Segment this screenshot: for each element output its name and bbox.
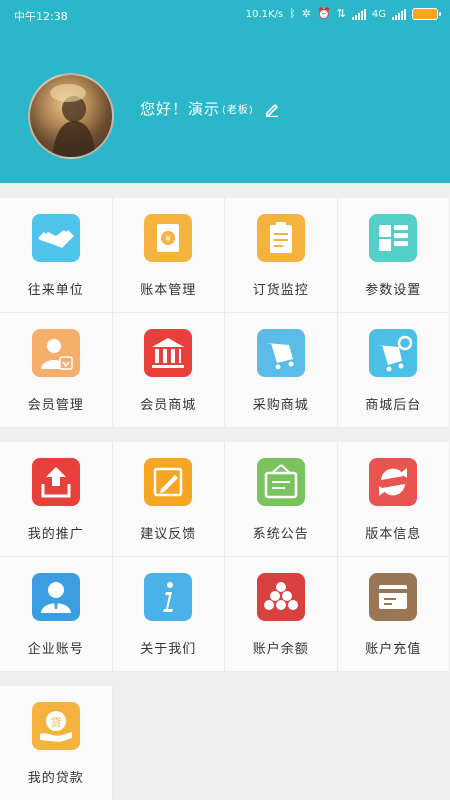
network-speed: 10.1K/s — [245, 8, 284, 20]
cart-settings-icon — [369, 329, 418, 377]
svg-text:贷: 贷 — [50, 715, 61, 729]
menu-item-label: 会员管理 — [27, 398, 84, 413]
menu-item-refresh[interactable]: 版本信息 — [337, 442, 450, 557]
alarm-icon: ⏰ — [316, 7, 331, 20]
menu-item-notice-board[interactable]: 系统公告 — [225, 442, 338, 557]
menu-item-share-upload[interactable]: 我的推广 — [0, 442, 113, 557]
menu-item-label: 关于我们 — [140, 642, 197, 657]
network-type: 4G — [371, 8, 386, 20]
menu-item-label: 账户充值 — [365, 642, 422, 657]
bluetooth-icon: ᛒ — [289, 7, 296, 20]
svg-text:¥: ¥ — [165, 234, 171, 245]
menu-item-grid-settings[interactable]: 参数设置 — [337, 198, 450, 313]
clipboard-icon — [256, 214, 305, 262]
menu-item-label: 建议反馈 — [140, 527, 197, 542]
signal-icon-2 — [392, 8, 406, 20]
menu-item-cart-settings[interactable]: 商城后台 — [337, 313, 450, 428]
share-upload-icon — [31, 458, 80, 506]
menu-item-label: 往来单位 — [27, 283, 84, 298]
battery-icon — [412, 8, 441, 20]
notice-board-icon — [256, 458, 305, 506]
bank-icon — [144, 329, 193, 377]
balance-icon — [256, 573, 305, 621]
recharge-card-icon — [369, 573, 418, 621]
menu-item-bank[interactable]: 会员商城 — [112, 313, 225, 428]
menu-grid-main: 往来单位 ¥ 账本管理 订货监控 参数设置会员管理 会员商城 采购商城 商城后台 — [0, 198, 450, 428]
profile-header: 中午12:38 10.1K/s ᛒ ✲ ⏰ ⇅ 4G 您好！演示 (老板) — [0, 0, 450, 183]
role-label: (老板) — [222, 105, 254, 116]
menu-item-label: 企业账号 — [27, 642, 84, 657]
menu-item-label: 版本信息 — [365, 527, 422, 542]
avatar-figure-icon — [50, 84, 96, 157]
data-arrows-icon: ⇅ — [336, 7, 346, 20]
feedback-pencil-icon — [144, 458, 193, 506]
menu-item-loan[interactable]: 贷我的贷款 — [0, 686, 113, 800]
menu-item-member[interactable]: 会员管理 — [0, 313, 113, 428]
menu-grid-loan: 贷我的贷款 — [0, 686, 450, 800]
menu-item-enterprise-user[interactable]: 企业账号 — [0, 557, 113, 672]
signal-icon — [351, 8, 366, 20]
menu-item-label: 采购商城 — [252, 398, 309, 413]
menu-item-label: 账户余额 — [252, 642, 309, 657]
info-icon — [144, 573, 193, 621]
greeting: 您好！演示 (老板) — [140, 98, 280, 119]
menu-item-clipboard[interactable]: 订货监控 — [225, 198, 338, 313]
menu-item-handshake[interactable]: 往来单位 — [0, 198, 113, 313]
menu-item-feedback-pencil[interactable]: 建议反馈 — [112, 442, 225, 557]
enterprise-user-icon — [31, 573, 80, 621]
member-icon — [31, 329, 80, 377]
menu-item-ledger[interactable]: ¥ 账本管理 — [112, 198, 225, 313]
greeting-text: 您好！演示 — [140, 100, 221, 118]
cart-icon — [256, 329, 305, 377]
menu-item-label: 商城后台 — [365, 398, 422, 413]
menu-item-label: 账本管理 — [140, 283, 197, 298]
menu-item-label: 系统公告 — [252, 527, 309, 542]
handshake-icon — [31, 214, 80, 262]
menu-item-info[interactable]: 关于我们 — [112, 557, 225, 672]
refresh-icon — [369, 458, 418, 506]
menu-item-label: 会员商城 — [140, 398, 197, 413]
menu-item-cart[interactable]: 采购商城 — [225, 313, 338, 428]
menu-item-label: 我的推广 — [27, 527, 84, 542]
grid-settings-icon — [369, 214, 418, 262]
ledger-icon: ¥ — [144, 214, 193, 262]
status-bar: 中午12:38 10.1K/s ᛒ ✲ ⏰ ⇅ 4G — [0, 0, 450, 30]
vibrate-icon: ✲ — [301, 7, 311, 20]
menu-item-label: 订货监控 — [252, 283, 309, 298]
menu-grid-more: 我的推广 建议反馈 系统公告 版本信息企业账号 关于我们 账户余额 账户充值 — [0, 442, 450, 672]
status-indicators: 10.1K/s ᛒ ✲ ⏰ ⇅ 4G — [245, 7, 441, 21]
menu-item-label: 参数设置 — [365, 283, 422, 298]
menu-item-label: 我的贷款 — [27, 771, 84, 786]
status-time: 中午12:38 — [14, 10, 68, 23]
menu-item-balance[interactable]: 账户余额 — [225, 557, 338, 672]
loan-icon: 贷 — [31, 702, 80, 750]
avatar[interactable] — [28, 73, 114, 159]
edit-icon[interactable] — [264, 101, 280, 117]
menu-item-recharge-card[interactable]: 账户充值 — [337, 557, 450, 672]
